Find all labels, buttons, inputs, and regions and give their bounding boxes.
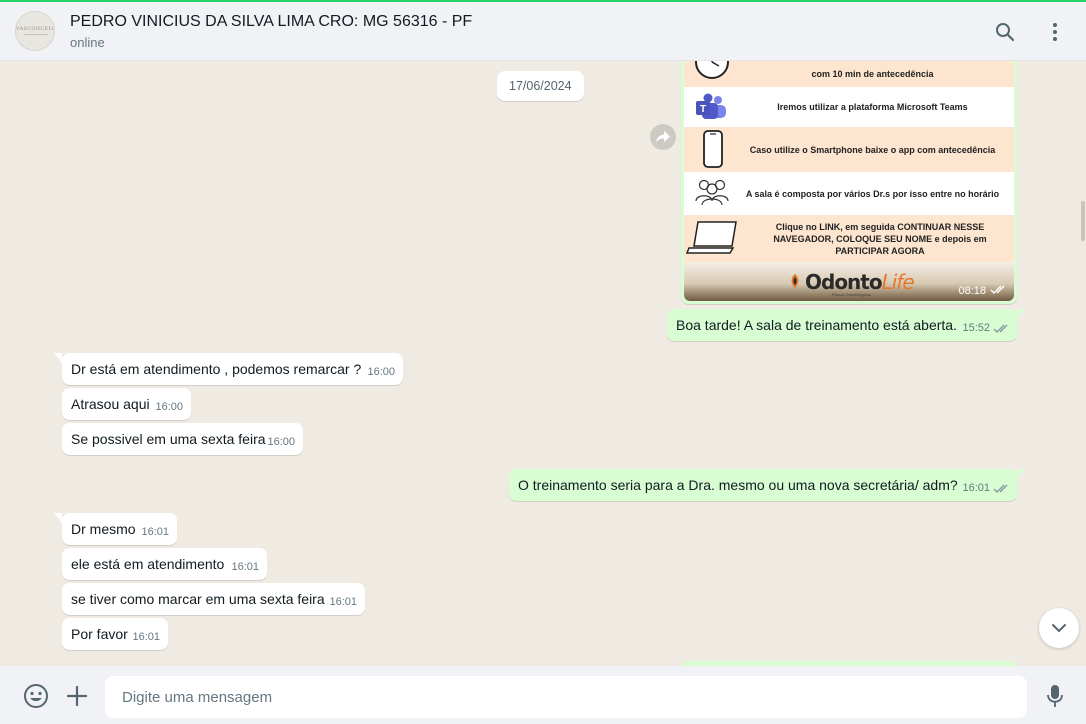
message-text: se tiver como marcar em uma sexta feira: [71, 591, 325, 607]
logo-main: Odonto: [805, 270, 883, 294]
read-ticks-icon: [993, 324, 1008, 333]
message-list[interactable]: 17/06/2024 com 10 min de antecedência T …: [0, 61, 1086, 666]
forward-icon: [656, 131, 670, 143]
contact-name[interactable]: PEDRO VINICIUS DA SILVA LIMA CRO: MG 563…: [70, 13, 472, 31]
scroll-down-button[interactable]: [1039, 608, 1079, 648]
image-row: A sala é composta por vários Dr.s por is…: [684, 172, 1014, 215]
odontolife-logo: OdontoLife: [805, 270, 915, 294]
message-time: 16:01: [132, 631, 160, 643]
bubble-tail: [1017, 469, 1025, 479]
message-text: Dr mesmo: [71, 521, 136, 537]
logo-subtitle: Planos Odontológicos: [832, 292, 871, 297]
bubble-tail: [54, 353, 62, 363]
message-time: 16:01: [329, 596, 357, 608]
incoming-message[interactable]: Se possivel em uma sexta feira 16:00: [62, 423, 303, 455]
smartphone-icon: [702, 130, 724, 173]
emoji-icon[interactable]: [23, 683, 49, 709]
microphone-icon[interactable]: [1043, 684, 1067, 708]
instruction-image[interactable]: com 10 min de antecedência T Iremos util…: [684, 61, 1014, 301]
message-text: Dr está em atendimento , podemos remarca…: [71, 361, 362, 377]
scrollbar[interactable]: [1081, 201, 1085, 241]
forward-button[interactable]: [650, 124, 676, 150]
message-text: Boa tarde! A sala de treinamento está ab…: [676, 317, 957, 333]
image-row-text: A sala é composta por vários Dr.s por is…: [745, 188, 1000, 199]
image-row: Clique no LINK, em seguida CONTINUAR NES…: [684, 215, 1014, 262]
plus-icon[interactable]: [65, 684, 89, 708]
message-time: 08:18: [958, 285, 986, 297]
laptop-icon: [685, 220, 740, 261]
message-time: 15:52: [962, 322, 990, 334]
message-text: Atrasou aqui: [71, 396, 150, 412]
svg-text:T: T: [700, 104, 706, 115]
composer-bar: [0, 666, 1086, 724]
avatar-logo-line: [24, 34, 48, 35]
incoming-message[interactable]: se tiver como marcar em uma sexta feira …: [62, 583, 365, 615]
image-row-text: com 10 min de antecedência: [811, 68, 934, 79]
message-input[interactable]: [105, 676, 1027, 718]
bubble-tail: [54, 513, 62, 523]
incoming-message[interactable]: Por favor 16:01: [62, 618, 168, 650]
search-icon[interactable]: [993, 20, 1017, 44]
group-icon: [694, 177, 730, 212]
image-row: com 10 min de antecedência: [684, 61, 1014, 87]
date-divider: 17/06/2024: [497, 71, 584, 101]
message-text: ele está em atendimento: [71, 556, 225, 572]
message-time: 16:00: [155, 401, 183, 413]
image-row: T Iremos utilizar a plataforma Microsoft…: [684, 87, 1014, 127]
incoming-message[interactable]: ele está em atendimento 16:01: [62, 548, 267, 580]
message-time: 16:01: [231, 561, 259, 573]
image-row-text: Clique no LINK, em seguida CONTINUAR NES…: [773, 221, 987, 256]
read-ticks-icon: [993, 484, 1008, 493]
read-ticks-icon: [990, 285, 1005, 295]
message-time: 16:01: [962, 482, 990, 494]
message-time: 16:01: [141, 526, 169, 538]
contact-status: online: [70, 35, 105, 50]
chat-header: VASCONCELOS PEDRO VINICIUS DA SILVA LIMA…: [0, 0, 1086, 61]
message-text: Se possivel em uma sexta feira: [71, 431, 266, 447]
message-text: Por favor: [71, 626, 128, 642]
logo-accent: Life: [881, 270, 915, 294]
bubble-tail: [1017, 309, 1025, 319]
image-message[interactable]: com 10 min de antecedência T Iremos util…: [681, 61, 1017, 304]
message-text: O treinamento seria para a Dra. mesmo ou…: [518, 477, 958, 493]
image-row-text: Caso utilize o Smartphone baixe o app co…: [749, 144, 996, 155]
image-row-text: Iremos utilizar a plataforma Microsoft T…: [777, 102, 968, 112]
image-footer: OdontoLife Planos Odontológicos 08:18: [684, 262, 1014, 301]
message-time: 16:00: [367, 366, 395, 378]
menu-icon[interactable]: [1043, 20, 1067, 44]
odontolife-logo-icon: [791, 274, 799, 288]
outgoing-message[interactable]: Boa tarde! A sala de treinamento está ab…: [667, 309, 1025, 341]
outgoing-message[interactable]: O treinamento seria para a Dra. mesmo ou…: [509, 469, 1025, 501]
incoming-message[interactable]: Atrasou aqui 16:00: [62, 388, 191, 420]
image-row: Caso utilize o Smartphone baixe o app co…: [684, 127, 1014, 172]
chevron-down-icon: [1052, 624, 1066, 633]
avatar-logo-text: VASCONCELOS: [16, 26, 54, 32]
teams-icon: T: [694, 93, 728, 126]
incoming-message[interactable]: Dr mesmo 16:01: [54, 513, 177, 545]
avatar[interactable]: VASCONCELOS: [15, 11, 55, 51]
clock-icon: [694, 61, 730, 87]
message-time: 16:00: [267, 436, 295, 448]
incoming-message[interactable]: Dr está em atendimento , podemos remarca…: [54, 353, 403, 385]
